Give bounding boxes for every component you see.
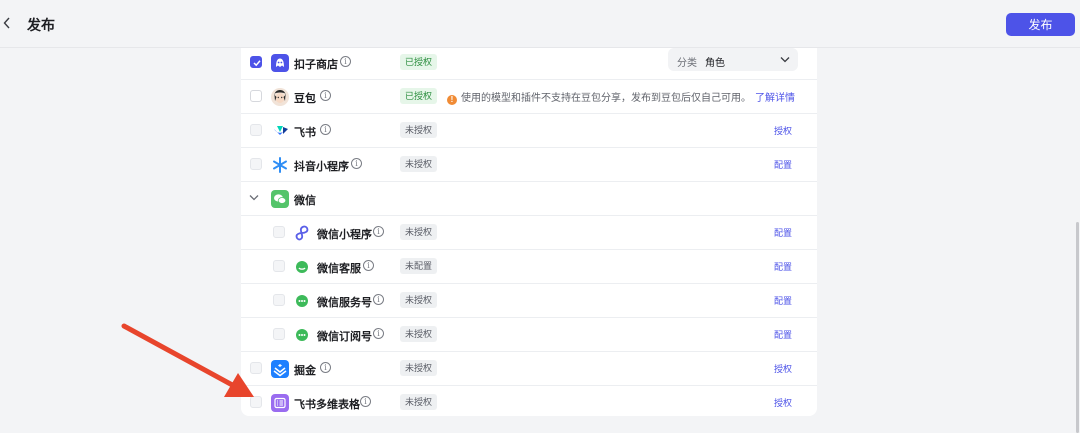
annotation-arrow xyxy=(121,323,254,397)
